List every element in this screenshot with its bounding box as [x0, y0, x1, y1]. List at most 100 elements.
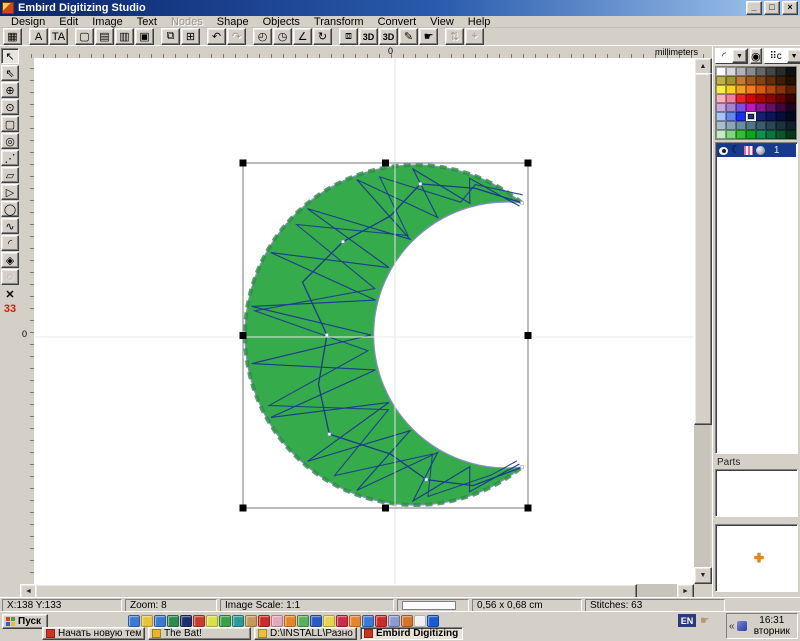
menu-image[interactable]: Image — [85, 16, 130, 28]
quicklaunch-pencil-icon[interactable] — [245, 615, 257, 627]
hatch-fill-tool-button[interactable]: ⋰ — [1, 150, 19, 166]
vertical-scroll-thumb[interactable] — [694, 73, 712, 425]
stitch-node-marker[interactable] — [325, 334, 328, 337]
palette-swatch[interactable] — [766, 67, 776, 76]
stitch-node-marker[interactable] — [341, 240, 344, 243]
menu-shape[interactable]: Shape — [210, 16, 256, 28]
object-list[interactable]: ☾ 1 — [715, 142, 798, 454]
palette-swatch[interactable] — [786, 130, 796, 139]
hand-image-button[interactable]: ☛ — [419, 28, 438, 45]
horizontal-scrollbar[interactable]: ◄ ► — [20, 584, 694, 597]
palette-swatch[interactable] — [726, 112, 736, 121]
quicklaunch-word-icon[interactable] — [154, 615, 166, 627]
palette-swatch[interactable] — [726, 85, 736, 94]
palette-swatch[interactable] — [766, 130, 776, 139]
quicklaunch-books-icon[interactable] — [180, 615, 192, 627]
palette-swatch[interactable] — [756, 121, 766, 130]
view-3d-button[interactable]: 3D — [359, 28, 378, 45]
palette-swatch[interactable] — [746, 103, 756, 112]
visibility-eye-icon[interactable] — [719, 147, 728, 155]
palette-swatch[interactable] — [786, 112, 796, 121]
taskbar-button-forum[interactable]: Начать новую тему :: В... — [42, 627, 145, 640]
palette-swatch[interactable] — [776, 103, 786, 112]
palette-swatch[interactable] — [766, 103, 776, 112]
palette-swatch[interactable] — [776, 112, 786, 121]
palette-swatch[interactable] — [746, 130, 756, 139]
tray-icon[interactable] — [737, 621, 747, 631]
menu-text[interactable]: Text — [130, 16, 164, 28]
menu-edit[interactable]: Edit — [52, 16, 85, 28]
palette-swatch[interactable] — [786, 103, 796, 112]
palette-swatch[interactable] — [726, 94, 736, 103]
palette-swatch[interactable] — [766, 121, 776, 130]
palette-swatch[interactable] — [716, 94, 726, 103]
select-tool-button[interactable]: ↖ — [1, 48, 19, 64]
selection-handle[interactable] — [382, 160, 389, 167]
palette-swatch[interactable] — [746, 85, 756, 94]
palette-swatch[interactable] — [746, 76, 756, 85]
palette-swatch[interactable] — [766, 76, 776, 85]
selection-handle[interactable] — [525, 505, 532, 512]
closed-curve-tool-button[interactable]: ◯ — [1, 201, 19, 217]
quicklaunch-leaf-icon[interactable] — [297, 615, 309, 627]
menu-convert[interactable]: Convert — [371, 16, 424, 28]
palette-swatch[interactable] — [776, 76, 786, 85]
fill-with-hole-tool-button[interactable]: ◎ — [1, 133, 19, 149]
palette-swatch[interactable] — [746, 67, 756, 76]
quicklaunch-browser-icon[interactable] — [128, 615, 140, 627]
quicklaunch-bluetooth-icon[interactable] — [427, 615, 439, 627]
selection-handle[interactable] — [382, 505, 389, 512]
palette-swatch[interactable] — [716, 121, 726, 130]
quicklaunch-red3-icon[interactable] — [375, 615, 387, 627]
taskbar-button-embird[interactable]: Embird Digitizing Stud... — [360, 627, 463, 640]
palette-swatch[interactable] — [716, 67, 726, 76]
palette-swatch[interactable] — [736, 112, 746, 121]
palette-swatch[interactable] — [786, 85, 796, 94]
palette-swatch[interactable] — [736, 67, 746, 76]
quicklaunch-pink-icon[interactable] — [271, 615, 283, 627]
quicklaunch-folder-icon[interactable] — [141, 615, 153, 627]
page-button[interactable]: ⧈ — [339, 28, 358, 45]
palette-swatch[interactable] — [756, 130, 766, 139]
quicklaunch-app-red-icon[interactable] — [193, 615, 205, 627]
arc-tool-button[interactable]: ◜ — [1, 235, 19, 251]
taskbar-button-the-bat[interactable]: The Bat! — [148, 627, 251, 640]
palette-swatch[interactable] — [756, 67, 766, 76]
palette-swatch[interactable] — [726, 67, 736, 76]
taskbar-button-folder[interactable]: D:\INSTALL\Разное\Embird — [254, 627, 357, 640]
hand-tray-icon[interactable]: ☛ — [700, 614, 710, 627]
menu-help[interactable]: Help — [461, 16, 498, 28]
language-indicator[interactable]: EN — [678, 614, 696, 627]
palette-swatch[interactable] — [766, 112, 776, 121]
quicklaunch-orange2-icon[interactable] — [349, 615, 361, 627]
paste-button[interactable]: ⊞ — [181, 28, 200, 45]
close-button[interactable]: × — [782, 1, 798, 15]
column-tool-button[interactable]: ◈ — [1, 252, 19, 268]
browse-button[interactable]: ▦ — [3, 28, 22, 45]
palette-swatch[interactable] — [736, 130, 746, 139]
save-button[interactable]: ▣ — [135, 28, 154, 45]
chevron-down-icon[interactable]: ▼ — [787, 49, 800, 63]
quicklaunch-lines-icon[interactable] — [388, 615, 400, 627]
palette-swatch[interactable] — [716, 112, 726, 121]
quicklaunch-globe-icon[interactable] — [206, 615, 218, 627]
palette-swatch[interactable] — [716, 130, 726, 139]
rotate-button[interactable]: ↻ — [313, 28, 332, 45]
wire-3d-button[interactable]: 3D — [379, 28, 398, 45]
new-button[interactable]: ▢ — [75, 28, 94, 45]
palette-swatch[interactable] — [756, 76, 766, 85]
quicklaunch-monitor-icon[interactable] — [362, 615, 374, 627]
palette-swatch[interactable] — [736, 85, 746, 94]
stitch-style-combo[interactable]: ◜ ▼ — [715, 48, 748, 64]
dial-button[interactable]: ◷ — [273, 28, 292, 45]
palette-swatch[interactable] — [756, 94, 766, 103]
split-stitch-icon[interactable]: ✕ — [1, 288, 19, 302]
chevron-down-icon[interactable]: ▼ — [732, 49, 747, 63]
angle-button[interactable]: ∠ — [293, 28, 312, 45]
palette-swatch[interactable] — [716, 103, 726, 112]
stitch-edit-button[interactable]: ✎ — [399, 28, 418, 45]
scroll-down-button[interactable]: ▼ — [694, 567, 712, 584]
arrow-shape-tool-button[interactable]: ▷ — [1, 184, 19, 200]
crescent-design[interactable] — [34, 58, 694, 584]
palette-swatch[interactable] — [766, 85, 776, 94]
